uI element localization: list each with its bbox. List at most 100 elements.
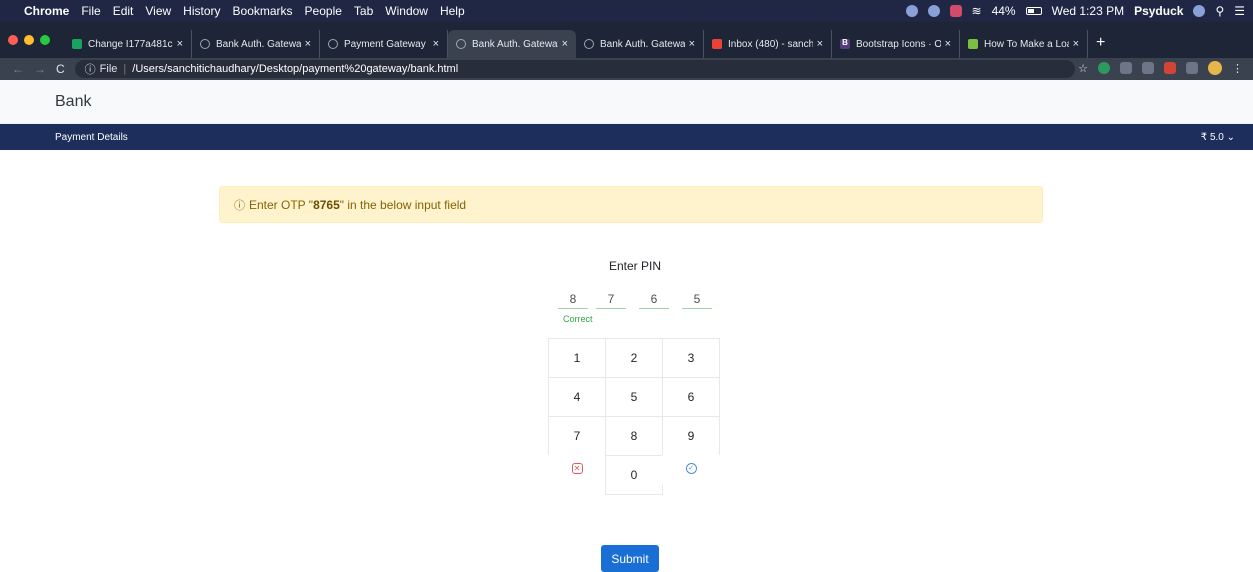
zoom-window-button[interactable]	[40, 35, 50, 45]
menu-edit[interactable]: Edit	[113, 4, 134, 18]
close-tab-icon[interactable]: ×	[177, 38, 183, 50]
browser-tab[interactable]: B Bootstrap Icons · Offic ×	[832, 30, 960, 58]
tab-title: Change I177a481c: 21	[88, 38, 173, 50]
user-name[interactable]: Psyduck	[1134, 4, 1183, 18]
browser-tab-active[interactable]: Bank Auth. Gateway ×	[448, 30, 576, 58]
pin-digit-4[interactable]: 5	[682, 292, 712, 309]
spotlight-search-icon[interactable]: ⚲	[1215, 4, 1224, 18]
address-bar-row: ← → C ⓘ File | /Users/sanchitichaudhary/…	[0, 58, 1253, 80]
close-tab-icon[interactable]: ×	[817, 38, 823, 50]
key-4[interactable]: 4	[548, 377, 606, 417]
menu-file[interactable]: File	[81, 4, 100, 18]
menu-window[interactable]: Window	[385, 4, 428, 18]
menu-history[interactable]: History	[183, 4, 220, 18]
chrome-menu-icon[interactable]: ⋮	[1232, 62, 1243, 75]
tab-title: Bootstrap Icons · Offic	[856, 38, 941, 50]
close-tab-icon[interactable]: ×	[945, 38, 951, 50]
browser-tab[interactable]: Change I177a481c: 21 ×	[64, 30, 192, 58]
menu-bookmarks[interactable]: Bookmarks	[233, 4, 293, 18]
payment-details-title: Payment Details	[55, 131, 128, 143]
close-window-button[interactable]	[8, 35, 18, 45]
check-circle-icon: ✓	[685, 463, 697, 474]
key-8[interactable]: 8	[605, 416, 663, 456]
brand-title[interactable]: Bank	[55, 93, 91, 111]
enter-pin-label: Enter PIN	[608, 259, 662, 273]
menu-app-chrome[interactable]: Chrome	[24, 4, 69, 18]
battery-percent[interactable]: 44%	[992, 4, 1016, 18]
key-7[interactable]: 7	[548, 416, 606, 456]
key-0[interactable]: 0	[605, 455, 663, 495]
key-2[interactable]: 2	[605, 338, 663, 378]
pin-status-text: Correct	[563, 314, 593, 324]
sheet-favicon-icon	[72, 39, 82, 49]
alert-prefix: Enter OTP "	[249, 197, 314, 212]
new-tab-icon[interactable]: +	[1096, 34, 1105, 52]
amount-dropdown[interactable]: ₹ 5.0 ⌄	[1201, 132, 1235, 143]
extension-icon[interactable]	[1142, 62, 1154, 74]
menu-view[interactable]: View	[145, 4, 171, 18]
browser-tab[interactable]: Bank Auth. Gateway ×	[576, 30, 704, 58]
menu-tab[interactable]: Tab	[354, 4, 373, 18]
docker-icon[interactable]	[927, 5, 940, 17]
wifi-icon[interactable]: ≋	[972, 4, 982, 18]
close-tab-icon[interactable]: ×	[562, 38, 568, 50]
extension-icon[interactable]	[1120, 62, 1132, 74]
extension-icon[interactable]	[1186, 62, 1198, 74]
back-arrow-icon[interactable]: ←	[12, 62, 24, 76]
submit-button[interactable]: Submit	[601, 545, 659, 572]
macos-menu-bar: Chrome File Edit View History Bookmarks …	[0, 0, 1253, 22]
browser-tab[interactable]: Payment Gateway ×	[320, 30, 448, 58]
otp-alert: ⓘ Enter OTP " 8765 " in the below input …	[219, 186, 1043, 223]
user-avatar-icon[interactable]	[1193, 5, 1206, 17]
key-1[interactable]: 1	[548, 338, 606, 378]
key-6[interactable]: 6	[662, 377, 720, 417]
clock[interactable]: Wed 1:23 PM	[1052, 4, 1124, 18]
forward-arrow-icon[interactable]: →	[34, 62, 46, 76]
close-tab-icon[interactable]: ×	[1073, 38, 1079, 50]
menu-people[interactable]: People	[305, 4, 342, 18]
url-separator: |	[123, 63, 127, 75]
key-5[interactable]: 5	[605, 377, 663, 417]
pin-digit-2[interactable]: 7	[596, 292, 626, 309]
status-app-icon[interactable]	[905, 5, 918, 17]
key-9[interactable]: 9	[662, 416, 720, 456]
url-input[interactable]: ⓘ File | /Users/sanchitichaudhary/Deskto…	[74, 60, 1075, 78]
extension-icon[interactable]	[1098, 62, 1110, 74]
key-3[interactable]: 3	[662, 338, 720, 378]
reload-icon[interactable]: C	[56, 62, 65, 76]
confirm-key[interactable]: ✓	[662, 455, 720, 485]
payment-navbar: Payment Details ₹ 5.0 ⌄	[0, 124, 1253, 150]
globe-favicon-icon	[328, 39, 338, 49]
bookmark-star-icon[interactable]: ☆	[1078, 62, 1088, 75]
pin-digit-3[interactable]: 6	[639, 292, 669, 309]
close-tab-icon[interactable]: ×	[305, 38, 311, 50]
menu-help[interactable]: Help	[440, 4, 465, 18]
browser-tab[interactable]: Bank Auth. Gateway ×	[192, 30, 320, 58]
status-area: ≋ 44% Wed 1:23 PM Psyduck ⚲ ☰	[905, 0, 1245, 22]
profile-avatar-icon[interactable]	[1208, 61, 1222, 75]
pin-digit-1[interactable]: 8	[558, 292, 588, 309]
close-tab-icon[interactable]: ×	[689, 38, 695, 50]
otp-code: 8765	[313, 197, 340, 212]
tab-title: Bank Auth. Gateway	[472, 38, 558, 50]
close-tab-icon[interactable]: ×	[433, 38, 439, 50]
minimize-window-button[interactable]	[24, 35, 34, 45]
browser-tab[interactable]: Inbox (480) - sanchit ×	[704, 30, 832, 58]
pocket-icon[interactable]	[949, 5, 962, 17]
alert-suffix: " in the below input field	[339, 197, 467, 212]
delete-key[interactable]: ✕	[548, 455, 606, 485]
globe-favicon-icon	[200, 39, 210, 49]
tab-strip: Change I177a481c: 21 × Bank Auth. Gateway…	[0, 22, 1253, 58]
bootstrap-favicon-icon: B	[840, 39, 850, 49]
extension-icon[interactable]	[1164, 62, 1176, 74]
browser-tab[interactable]: How To Make a Loade ×	[960, 30, 1088, 58]
window-controls	[8, 35, 50, 45]
sheet-favicon-icon	[968, 39, 978, 49]
tab-title: Payment Gateway	[344, 38, 426, 50]
delete-x-icon: ✕	[571, 463, 583, 474]
info-icon[interactable]: ⓘ	[85, 61, 96, 77]
battery-icon[interactable]	[1025, 7, 1042, 15]
info-icon: ⓘ	[234, 199, 245, 212]
mail-favicon-icon	[712, 39, 722, 49]
notification-center-icon[interactable]: ☰	[1234, 4, 1245, 18]
